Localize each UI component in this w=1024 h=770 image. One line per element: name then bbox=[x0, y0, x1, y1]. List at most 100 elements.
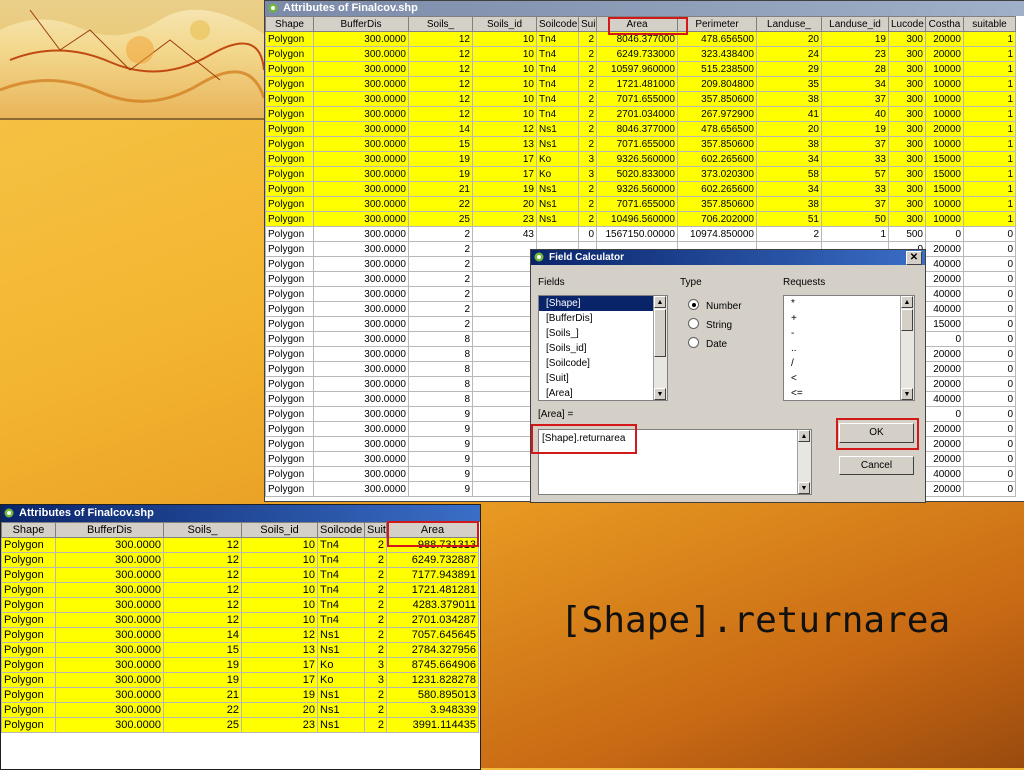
table-cell[interactable]: 19 bbox=[821, 31, 889, 47]
table-cell[interactable]: 300.0000 bbox=[313, 121, 409, 137]
table-cell[interactable] bbox=[472, 316, 537, 332]
table-cell[interactable]: 0 bbox=[963, 226, 1016, 242]
table-cell[interactable]: 300.0000 bbox=[55, 597, 164, 613]
table-cell[interactable]: Polygon bbox=[265, 481, 314, 497]
table-cell[interactable]: 12 bbox=[163, 567, 242, 583]
table-cell[interactable]: 300.0000 bbox=[313, 286, 409, 302]
table-cell[interactable]: 300.0000 bbox=[313, 451, 409, 467]
table-cell[interactable]: 10 bbox=[472, 46, 537, 62]
table-cell[interactable]: 17 bbox=[472, 151, 537, 167]
table-cell[interactable]: 37 bbox=[821, 196, 889, 212]
field-list-item[interactable]: [BufferDis] bbox=[539, 311, 667, 326]
table-cell[interactable]: 10 bbox=[241, 567, 318, 583]
table-cell[interactable]: 0 bbox=[963, 271, 1016, 287]
table-cell[interactable]: 19 bbox=[472, 181, 537, 197]
table-cell[interactable]: 10 bbox=[241, 597, 318, 613]
table-cell[interactable] bbox=[472, 376, 537, 392]
table-cell[interactable]: 25 bbox=[408, 211, 473, 227]
table-cell[interactable]: 2 bbox=[364, 537, 387, 553]
table-cell[interactable]: 300 bbox=[888, 136, 926, 152]
table-cell[interactable] bbox=[472, 241, 537, 257]
table-cell[interactable]: 19 bbox=[821, 121, 889, 137]
table-cell[interactable]: 0 bbox=[963, 346, 1016, 362]
table-cell[interactable]: 12 bbox=[163, 552, 242, 568]
table-cell[interactable]: 373.020300 bbox=[677, 166, 757, 182]
table-cell[interactable]: 40000 bbox=[925, 391, 964, 407]
column-header-soils-id[interactable]: Soils_id bbox=[472, 16, 537, 32]
table-cell[interactable]: Polygon bbox=[1, 642, 56, 658]
table-cell[interactable]: Polygon bbox=[1, 567, 56, 583]
table-cell[interactable]: Tn4 bbox=[317, 597, 365, 613]
table-cell[interactable]: 8 bbox=[408, 391, 473, 407]
bottom-window-titlebar[interactable]: Attributes of Finalcov.shp bbox=[1, 505, 480, 522]
table-cell[interactable]: Ns1 bbox=[536, 181, 579, 197]
table-cell[interactable]: 9 bbox=[408, 436, 473, 452]
table-cell[interactable]: Polygon bbox=[265, 331, 314, 347]
table-cell[interactable]: 0 bbox=[963, 331, 1016, 347]
table-cell[interactable]: 1 bbox=[963, 166, 1016, 182]
table-cell[interactable]: 10974.850000 bbox=[677, 226, 757, 242]
scroll-up-icon[interactable]: ▲ bbox=[654, 296, 666, 308]
table-cell[interactable]: Polygon bbox=[265, 286, 314, 302]
table-cell[interactable]: 300 bbox=[888, 61, 926, 77]
table-cell[interactable]: 300.0000 bbox=[55, 657, 164, 673]
table-cell[interactable]: 2 bbox=[408, 241, 473, 257]
table-cell[interactable]: 602.265600 bbox=[677, 151, 757, 167]
table-cell[interactable]: 300.0000 bbox=[313, 466, 409, 482]
table-cell[interactable] bbox=[472, 451, 537, 467]
table-cell[interactable]: 1 bbox=[963, 181, 1016, 197]
table-cell[interactable]: 0 bbox=[963, 256, 1016, 272]
table-cell[interactable] bbox=[472, 421, 537, 437]
table-cell[interactable]: 300.0000 bbox=[55, 687, 164, 703]
table-cell[interactable] bbox=[472, 466, 537, 482]
table-cell[interactable]: 7071.655000 bbox=[596, 196, 678, 212]
table-cell[interactable]: 2 bbox=[364, 717, 387, 733]
table-cell[interactable]: 300.0000 bbox=[313, 76, 409, 92]
table-cell[interactable]: 22 bbox=[163, 702, 242, 718]
table-cell[interactable]: 0 bbox=[578, 226, 597, 242]
table-row[interactable]: Polygon 300.0000 19 17 Ko 3 5020.833000 373.020… bbox=[265, 166, 1016, 182]
table-cell[interactable]: 300.0000 bbox=[313, 406, 409, 422]
table-cell[interactable]: Tn4 bbox=[536, 46, 579, 62]
table-cell[interactable]: 1 bbox=[963, 61, 1016, 77]
table-cell[interactable]: 10000 bbox=[925, 91, 964, 107]
table-cell[interactable]: Ko bbox=[536, 166, 579, 182]
table-cell[interactable]: Tn4 bbox=[317, 552, 365, 568]
table-cell[interactable]: 50 bbox=[821, 211, 889, 227]
column-header-perimeter[interactable]: Perimeter bbox=[677, 16, 757, 32]
table-cell[interactable]: 300 bbox=[888, 166, 926, 182]
table-cell[interactable]: 1721.481000 bbox=[596, 76, 678, 92]
table-cell[interactable]: 1 bbox=[963, 91, 1016, 107]
table-cell[interactable]: 22 bbox=[408, 196, 473, 212]
table-cell[interactable] bbox=[472, 346, 537, 362]
table-cell[interactable]: 0 bbox=[963, 286, 1016, 302]
table-row[interactable]: Polygon 300.0000 14 12 Ns1 2 8046.377000 478.65… bbox=[265, 121, 1016, 137]
table-cell[interactable]: 6249.732887 bbox=[386, 552, 479, 568]
field-list-item[interactable]: [Soils_] bbox=[539, 326, 667, 341]
field-list-item[interactable]: [Suit] bbox=[539, 371, 667, 386]
table-cell[interactable]: 2 bbox=[578, 106, 597, 122]
table-cell[interactable]: Polygon bbox=[265, 181, 314, 197]
table-cell[interactable]: 2 bbox=[408, 301, 473, 317]
table-cell[interactable]: 300.0000 bbox=[55, 642, 164, 658]
table-cell[interactable]: Polygon bbox=[265, 151, 314, 167]
table-row[interactable]: Polygon 300.0000 15 13 Ns1 2 7071.655000 357.85… bbox=[265, 136, 1016, 152]
table-cell[interactable]: 41 bbox=[756, 106, 822, 122]
table-cell[interactable]: 9 bbox=[408, 451, 473, 467]
table-cell[interactable]: 20000 bbox=[925, 271, 964, 287]
column-header-bufferdis[interactable]: BufferDis bbox=[55, 522, 164, 538]
table-cell[interactable]: 12 bbox=[408, 76, 473, 92]
table-cell[interactable]: 14 bbox=[163, 627, 242, 643]
table-cell[interactable]: 10496.560000 bbox=[596, 211, 678, 227]
table-cell[interactable]: 58 bbox=[756, 166, 822, 182]
table-cell[interactable]: 43 bbox=[472, 226, 537, 242]
table-cell[interactable]: Polygon bbox=[265, 316, 314, 332]
table-cell[interactable]: 2 bbox=[578, 31, 597, 47]
table-cell[interactable]: 300.0000 bbox=[55, 612, 164, 628]
table-cell[interactable]: 34 bbox=[821, 76, 889, 92]
column-header-suitable[interactable]: suitable bbox=[963, 16, 1016, 32]
table-cell[interactable]: 580.895013 bbox=[386, 687, 479, 703]
table-cell[interactable]: 2 bbox=[364, 597, 387, 613]
table-cell[interactable]: Polygon bbox=[265, 301, 314, 317]
table-cell[interactable]: 3 bbox=[364, 672, 387, 688]
